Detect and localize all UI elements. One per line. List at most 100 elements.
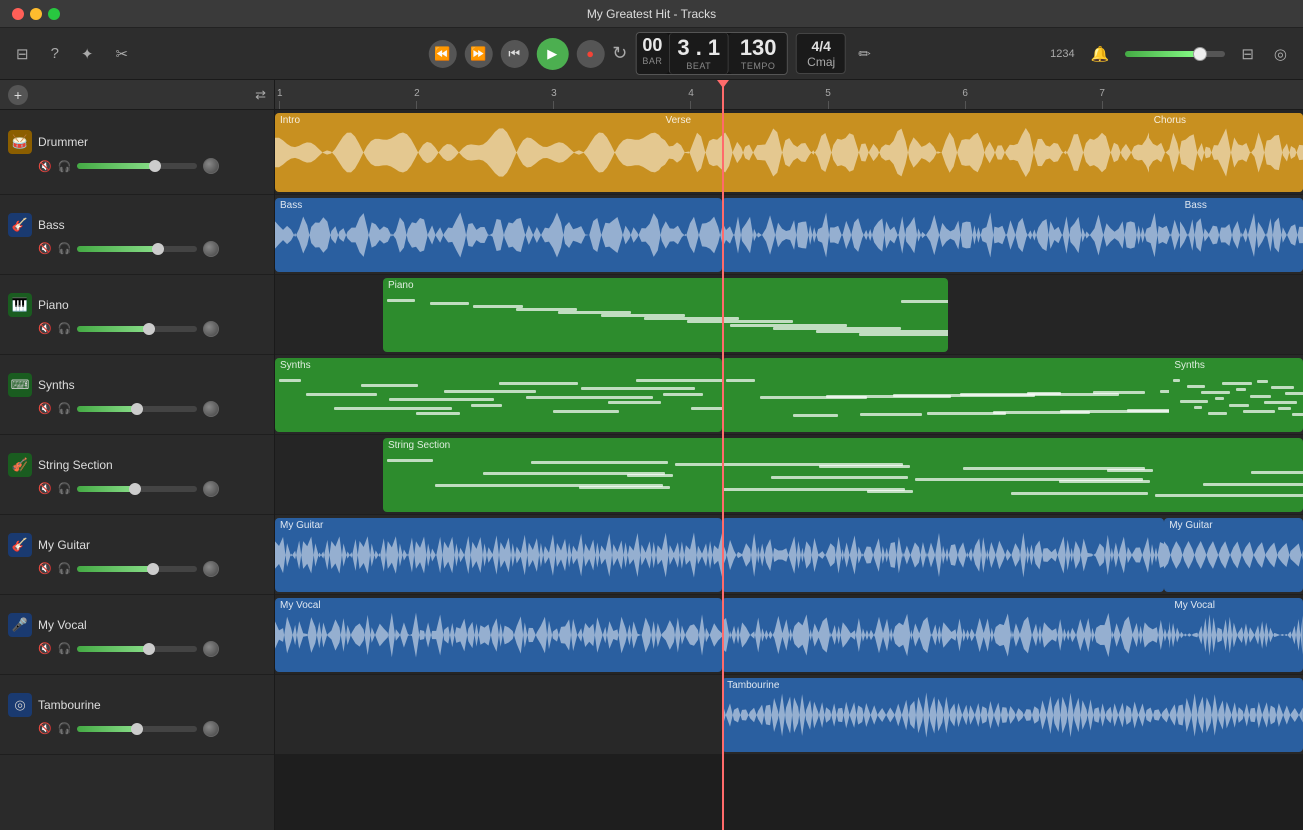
ruler-mark-6: 6 [962, 88, 968, 109]
track-volume-slider-7[interactable] [77, 726, 197, 732]
track-item-6[interactable]: 🎤 My Vocal 🔇 🎧 [0, 595, 274, 675]
track-headphones-0[interactable]: 🎧 [58, 160, 72, 173]
track-controls-2: 🔇 🎧 [8, 321, 266, 337]
add-track-button[interactable]: + [8, 85, 28, 105]
clip-2-0[interactable]: Piano [383, 278, 948, 352]
track-pan-knob-1[interactable] [203, 241, 219, 257]
bar-display: 00 BAR [636, 33, 668, 73]
mixer-button[interactable]: ⊟ [1237, 43, 1258, 65]
metronome-button[interactable]: 🔔 [1087, 43, 1114, 65]
clip-5-2[interactable]: My Guitar [1164, 518, 1303, 592]
smart-controls-button[interactable]: ✦ [77, 43, 98, 65]
track-header-row: ◎ Tambourine [8, 693, 266, 717]
track-item-7[interactable]: ◎ Tambourine 🔇 🎧 [0, 675, 274, 755]
track-controls-5: 🔇 🎧 [8, 561, 266, 577]
track-pan-knob-3[interactable] [203, 401, 219, 417]
clip-0-2[interactable]: Chorus [1149, 113, 1303, 192]
time-signature-key-display[interactable]: 4/4 Cmaj [796, 33, 846, 74]
track-mute-7[interactable]: 🔇 [38, 722, 52, 735]
master-volume-slider[interactable] [1125, 51, 1225, 57]
help-button[interactable]: ? [47, 43, 63, 64]
track-headphones-3[interactable]: 🎧 [58, 402, 72, 415]
track-mute-1[interactable]: 🔇 [38, 242, 52, 255]
track-volume-thumb-2[interactable] [143, 323, 155, 335]
clip-7-0[interactable]: Tambourine [722, 678, 1303, 752]
track-item-1[interactable]: 🎸 Bass 🔇 🎧 [0, 195, 274, 275]
playhead-triangle [717, 80, 729, 88]
track-volume-slider-2[interactable] [77, 326, 197, 332]
pencil-button[interactable]: ✏ [854, 43, 875, 65]
clip-5-1[interactable] [722, 518, 1164, 592]
track-item-0[interactable]: 🥁 Drummer 🔇 🎧 [0, 110, 274, 195]
track-volume-thumb-6[interactable] [143, 643, 155, 655]
track-pan-knob-2[interactable] [203, 321, 219, 337]
scissors-button[interactable]: ✂ [112, 43, 133, 65]
track-mute-6[interactable]: 🔇 [38, 642, 52, 655]
title-bar: My Greatest Hit - Tracks [0, 0, 1303, 28]
loop-button[interactable]: ↻ [612, 43, 627, 64]
track-headphones-4[interactable]: 🎧 [58, 482, 72, 495]
track-item-2[interactable]: 🎹 Piano 🔇 🎧 [0, 275, 274, 355]
clip-label-2-0: Piano [388, 280, 414, 291]
track-mute-2[interactable]: 🔇 [38, 322, 52, 335]
track-volume-slider-6[interactable] [77, 646, 197, 652]
track-volume-thumb-0[interactable] [149, 160, 161, 172]
track-mute-4[interactable]: 🔇 [38, 482, 52, 495]
smart-controls-right-button[interactable]: ◎ [1270, 43, 1291, 65]
track-item-4[interactable]: 🎻 String Section 🔇 🎧 [0, 435, 274, 515]
track-headphones-7[interactable]: 🎧 [58, 722, 72, 735]
timeline-area: 1234567 IntroVerseChorusBassBassPianoSyn… [275, 80, 1303, 830]
track-pan-knob-4[interactable] [203, 481, 219, 497]
clip-4-0[interactable]: String Section [383, 438, 1303, 512]
track-volume-slider-3[interactable] [77, 406, 197, 412]
clip-6-0[interactable]: My Vocal [275, 598, 722, 672]
track-item-3[interactable]: ⌨ Synths 🔇 🎧 [0, 355, 274, 435]
minimize-button[interactable] [30, 8, 42, 20]
rewind-button[interactable]: ⏪ [428, 40, 456, 68]
close-button[interactable] [12, 8, 24, 20]
track-headphones-1[interactable]: 🎧 [58, 242, 72, 255]
track-pan-knob-0[interactable] [203, 158, 219, 174]
library-button[interactable]: ⊟ [12, 43, 33, 65]
go-to-start-button[interactable]: ⏮ [500, 40, 528, 68]
track-mute-5[interactable]: 🔇 [38, 562, 52, 575]
midi-bar [361, 384, 418, 387]
clip-1-0[interactable]: Bass [275, 198, 722, 272]
track-mute-3[interactable]: 🔇 [38, 402, 52, 415]
track-headphones-6[interactable]: 🎧 [58, 642, 72, 655]
track-lane-5: My Guitar My Guitar [275, 515, 1303, 595]
track-volume-slider-0[interactable] [77, 163, 197, 169]
track-icon-0: 🥁 [8, 130, 32, 154]
track-item-5[interactable]: 🎸 My Guitar 🔇 🎧 [0, 515, 274, 595]
master-volume-thumb[interactable] [1193, 47, 1207, 61]
track-pan-knob-5[interactable] [203, 561, 219, 577]
track-volume-slider-5[interactable] [77, 566, 197, 572]
track-mute-0[interactable]: 🔇 [38, 160, 52, 173]
record-button[interactable]: ● [576, 40, 604, 68]
clip-1-2[interactable]: Bass [1180, 198, 1303, 272]
track-volume-thumb-7[interactable] [131, 723, 143, 735]
track-pan-knob-6[interactable] [203, 641, 219, 657]
zoom-button[interactable] [48, 8, 60, 20]
track-volume-thumb-3[interactable] [131, 403, 143, 415]
master-volume-fill [1125, 51, 1200, 57]
clip-5-0[interactable]: My Guitar [275, 518, 722, 592]
track-volume-slider-4[interactable] [77, 486, 197, 492]
fast-forward-button[interactable]: ⏩ [464, 40, 492, 68]
midi-bar [471, 404, 502, 407]
clip-6-2[interactable]: My Vocal [1169, 598, 1303, 672]
clip-3-0[interactable]: Synths [275, 358, 722, 432]
clip-3-2[interactable]: Synths [1169, 358, 1303, 432]
track-list-options-button[interactable]: ⇄ [255, 87, 266, 103]
track-volume-thumb-5[interactable] [147, 563, 159, 575]
track-volume-thumb-4[interactable] [129, 483, 141, 495]
play-button[interactable]: ▶ [536, 38, 568, 70]
track-headphones-5[interactable]: 🎧 [58, 562, 72, 575]
midi-bar [663, 393, 703, 396]
track-lane-2: Piano [275, 275, 1303, 355]
track-volume-slider-1[interactable] [77, 246, 197, 252]
toolbar: ⊟ ? ✦ ✂ ⏪ ⏩ ⏮ ▶ ● ↻ 00 BAR 3 . 1 BEAT 13… [0, 28, 1303, 80]
track-headphones-2[interactable]: 🎧 [58, 322, 72, 335]
track-volume-thumb-1[interactable] [152, 243, 164, 255]
track-pan-knob-7[interactable] [203, 721, 219, 737]
